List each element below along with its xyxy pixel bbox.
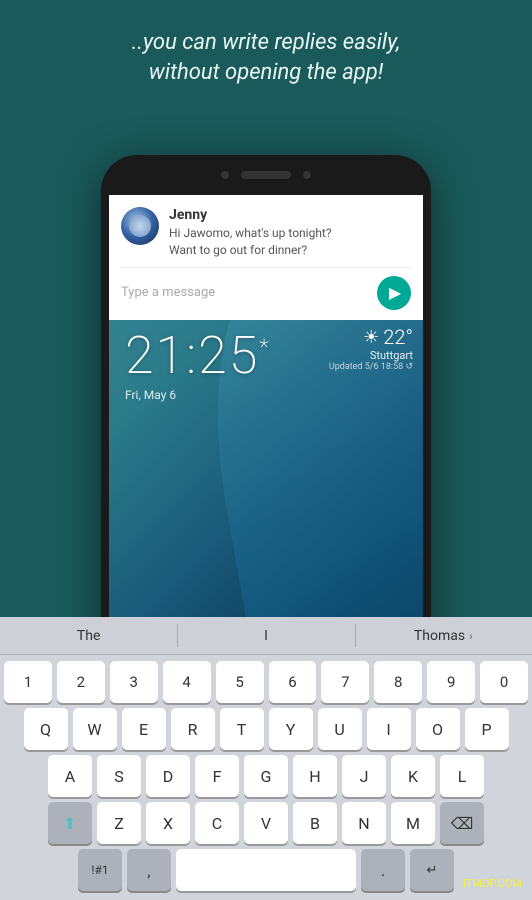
key-space[interactable] [176, 849, 356, 891]
autocomplete-the[interactable]: The [0, 617, 177, 654]
key-return[interactable]: ↵ [410, 849, 454, 891]
reply-input[interactable]: Type a message [121, 281, 377, 304]
autocomplete-option3: Thomas [414, 628, 465, 644]
key-F[interactable]: F [195, 755, 239, 797]
key-delete[interactable]: ⌫ [440, 802, 484, 844]
send-icon: ▶ [389, 283, 401, 302]
notification-header: Jenny Hi Jawomo, what's up tonight? Want… [121, 207, 411, 259]
autocomplete-bar: The I Thomas › [0, 617, 532, 655]
weather-widget: ☀ 22° Stuttgart Updated 5/6 18:58 ↺ [329, 325, 413, 372]
key-row-numbers: 1234567890 [4, 661, 528, 703]
message-line1: Hi Jawomo, what's up tonight? [169, 226, 332, 240]
key-5[interactable]: 5 [216, 661, 264, 703]
key-shift[interactable]: ⬆ [48, 802, 92, 844]
weather-sun-icon: ☀ [363, 327, 379, 348]
key-I[interactable]: I [367, 708, 411, 750]
key-P[interactable]: P [465, 708, 509, 750]
keyboard-rows: 1234567890 QWERTYUIOP ASDFGHJKL ⬆ZXCVBNM… [0, 655, 532, 900]
key-O[interactable]: O [416, 708, 460, 750]
key-H[interactable]: H [293, 755, 337, 797]
key-C[interactable]: C [195, 802, 239, 844]
key-6[interactable]: 6 [269, 661, 317, 703]
key-R[interactable]: R [171, 708, 215, 750]
key-special-left[interactable]: !#1 [78, 849, 122, 891]
autocomplete-option1: The [77, 628, 101, 644]
key-row-bottom: !#1 , . ↵ [4, 849, 528, 891]
key-4[interactable]: 4 [163, 661, 211, 703]
phone-top-bar [101, 155, 431, 195]
key-B[interactable]: B [293, 802, 337, 844]
key-7[interactable]: 7 [321, 661, 369, 703]
key-8[interactable]: 8 [374, 661, 422, 703]
send-button[interactable]: ▶ [377, 276, 411, 310]
key-M[interactable]: M [391, 802, 435, 844]
key-Y[interactable]: Y [269, 708, 313, 750]
key-comma[interactable]: , [127, 849, 171, 891]
phone-camera-left [221, 171, 229, 179]
weather-temperature: 22° [383, 325, 413, 349]
key-row-z: ⬆ZXCVBNM⌫ [4, 802, 528, 844]
key-3[interactable]: 3 [110, 661, 158, 703]
reply-row: Type a message ▶ [121, 267, 411, 310]
sender-name: Jenny [169, 207, 411, 223]
key-L[interactable]: L [440, 755, 484, 797]
key-1[interactable]: 1 [4, 661, 52, 703]
phone-sensor [303, 171, 311, 179]
header-text: ..you can write replies easily, without … [0, 28, 532, 87]
input-placeholder: Type a message [121, 285, 215, 300]
key-W[interactable]: W [73, 708, 117, 750]
header-line1: ..you can write replies easily, [132, 30, 401, 55]
key-E[interactable]: E [122, 708, 166, 750]
key-row-a: ASDFGHJKL [4, 755, 528, 797]
key-Z[interactable]: Z [97, 802, 141, 844]
message-text: Hi Jawomo, what's up tonight? Want to go… [169, 225, 411, 259]
date-display: Fri, May 6 [125, 388, 407, 402]
autocomplete-option2: I [264, 628, 268, 644]
key-A[interactable]: A [48, 755, 92, 797]
key-J[interactable]: J [342, 755, 386, 797]
watermark: ITMOP.COM [463, 877, 522, 890]
weather-top: ☀ 22° [329, 325, 413, 349]
autocomplete-arrow: › [469, 629, 473, 643]
phone-speaker [241, 171, 291, 179]
key-Q[interactable]: Q [24, 708, 68, 750]
key-K[interactable]: K [391, 755, 435, 797]
key-row-q: QWERTYUIOP [4, 708, 528, 750]
notification-card: Jenny Hi Jawomo, what's up tonight? Want… [109, 195, 423, 320]
weather-city: Stuttgart [329, 349, 413, 362]
key-U[interactable]: U [318, 708, 362, 750]
autocomplete-i[interactable]: I [177, 617, 354, 654]
key-0[interactable]: 0 [480, 661, 528, 703]
header-line2: without opening the app! [149, 60, 383, 85]
notification-content: Jenny Hi Jawomo, what's up tonight? Want… [169, 207, 411, 259]
key-T[interactable]: T [220, 708, 264, 750]
key-G[interactable]: G [244, 755, 288, 797]
avatar [121, 207, 159, 245]
key-N[interactable]: N [342, 802, 386, 844]
key-D[interactable]: D [146, 755, 190, 797]
key-2[interactable]: 2 [57, 661, 105, 703]
key-S[interactable]: S [97, 755, 141, 797]
keyboard-area: The I Thomas › 1234567890 QWERTYUIOP ASD… [0, 617, 532, 900]
weather-updated: Updated 5/6 18:58 ↺ [329, 362, 413, 372]
message-line2: Want to go out for dinner? [169, 243, 307, 257]
clock-time: 21:25 [125, 325, 259, 386]
key-V[interactable]: V [244, 802, 288, 844]
autocomplete-thomas[interactable]: Thomas › [355, 617, 532, 654]
key-period[interactable]: . [361, 849, 405, 891]
clock-asterisk: * [259, 336, 270, 361]
key-X[interactable]: X [146, 802, 190, 844]
avatar-inner [129, 215, 151, 237]
key-9[interactable]: 9 [427, 661, 475, 703]
